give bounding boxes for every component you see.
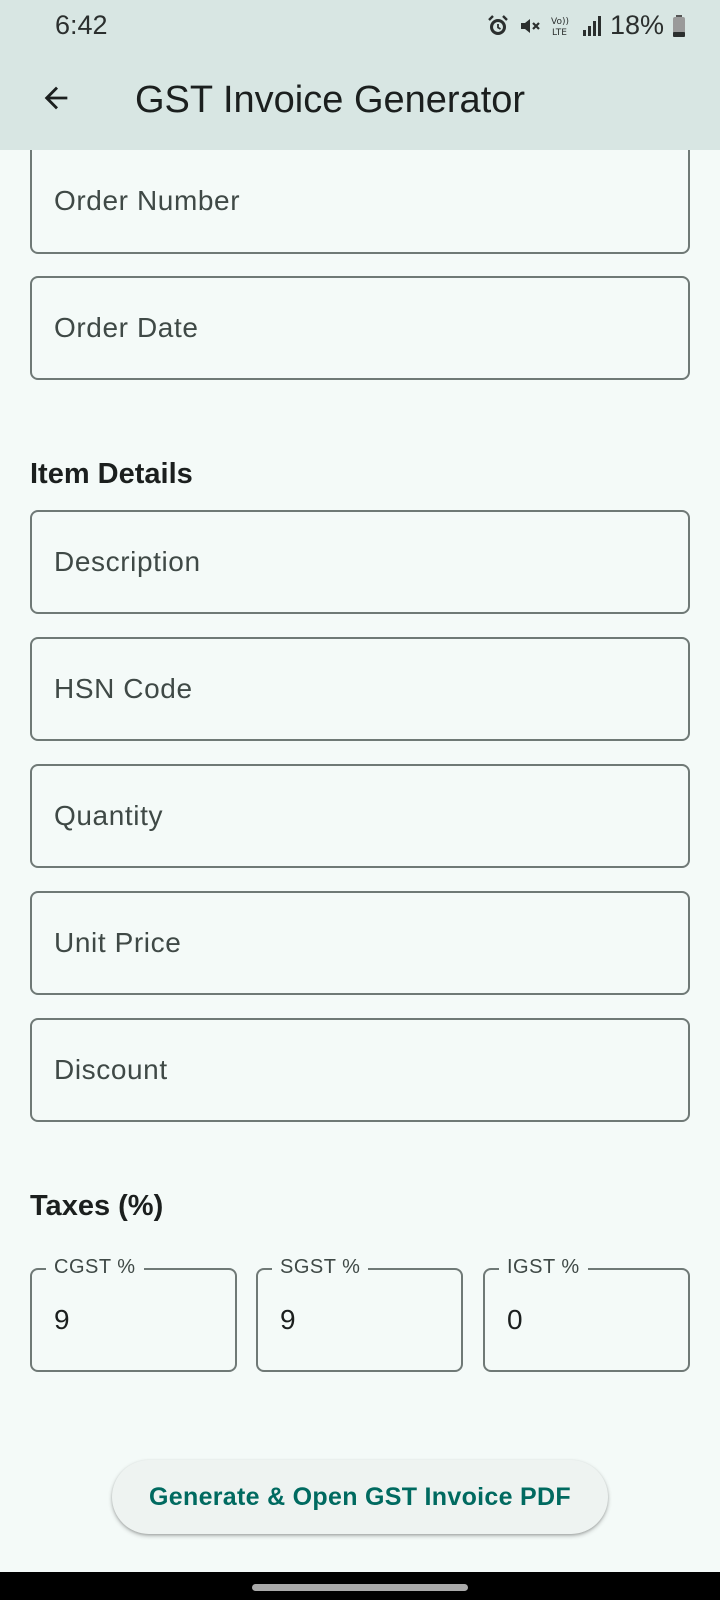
invoice-form[interactable]: Order Number Order Date Item Details Des…: [0, 150, 720, 1572]
description-placeholder: Description: [54, 546, 201, 577]
quantity-field[interactable]: Quantity: [30, 764, 690, 868]
battery-level: 18%: [609, 10, 664, 40]
app-bar: GST Invoice Generator: [0, 52, 720, 150]
order-number-placeholder: Order Number: [54, 185, 241, 216]
home-gesture-handle[interactable]: [252, 1584, 468, 1591]
arrow-back-icon: [39, 81, 73, 120]
svg-text:LTE: LTE: [552, 28, 567, 38]
order-date-field[interactable]: Order Date: [30, 276, 690, 380]
mute-icon: [518, 14, 542, 38]
page-title: GST Invoice Generator: [135, 79, 526, 121]
cgst-value: 9: [54, 1304, 70, 1335]
sgst-value: 9: [280, 1304, 296, 1335]
back-button[interactable]: [28, 72, 84, 128]
status-bar: 6:42 Vo)) LTE 18%: [0, 0, 720, 52]
item-details-heading: Item Details: [30, 458, 193, 490]
cgst-field[interactable]: CGST % 9: [30, 1256, 237, 1372]
description-field[interactable]: Description: [30, 510, 690, 614]
quantity-placeholder: Quantity: [54, 800, 164, 831]
signal-icon: [582, 14, 602, 38]
status-icons: Vo)) LTE 18%: [486, 10, 686, 41]
hsn-code-field[interactable]: HSN Code: [30, 637, 690, 741]
igst-field[interactable]: IGST % 0: [483, 1256, 690, 1372]
igst-value: 0: [507, 1304, 523, 1335]
discount-field[interactable]: Discount: [30, 1018, 690, 1122]
alarm-icon: [486, 14, 510, 38]
volte-icon: Vo)) LTE: [550, 14, 574, 38]
status-time: 6:42: [55, 10, 108, 40]
order-number-field[interactable]: Order Number: [30, 150, 690, 254]
sgst-field[interactable]: SGST % 9: [256, 1256, 463, 1372]
unit-price-placeholder: Unit Price: [54, 927, 182, 958]
navigation-bar: [0, 1572, 720, 1600]
order-date-placeholder: Order Date: [54, 312, 199, 343]
svg-text:Vo)): Vo)): [551, 17, 569, 27]
hsn-code-placeholder: HSN Code: [54, 673, 193, 704]
battery-icon: [672, 14, 686, 38]
discount-placeholder: Discount: [54, 1054, 168, 1085]
taxes-heading: Taxes (%): [30, 1190, 164, 1222]
generate-invoice-button[interactable]: Generate & Open GST Invoice PDF: [112, 1460, 608, 1534]
unit-price-field[interactable]: Unit Price: [30, 891, 690, 995]
